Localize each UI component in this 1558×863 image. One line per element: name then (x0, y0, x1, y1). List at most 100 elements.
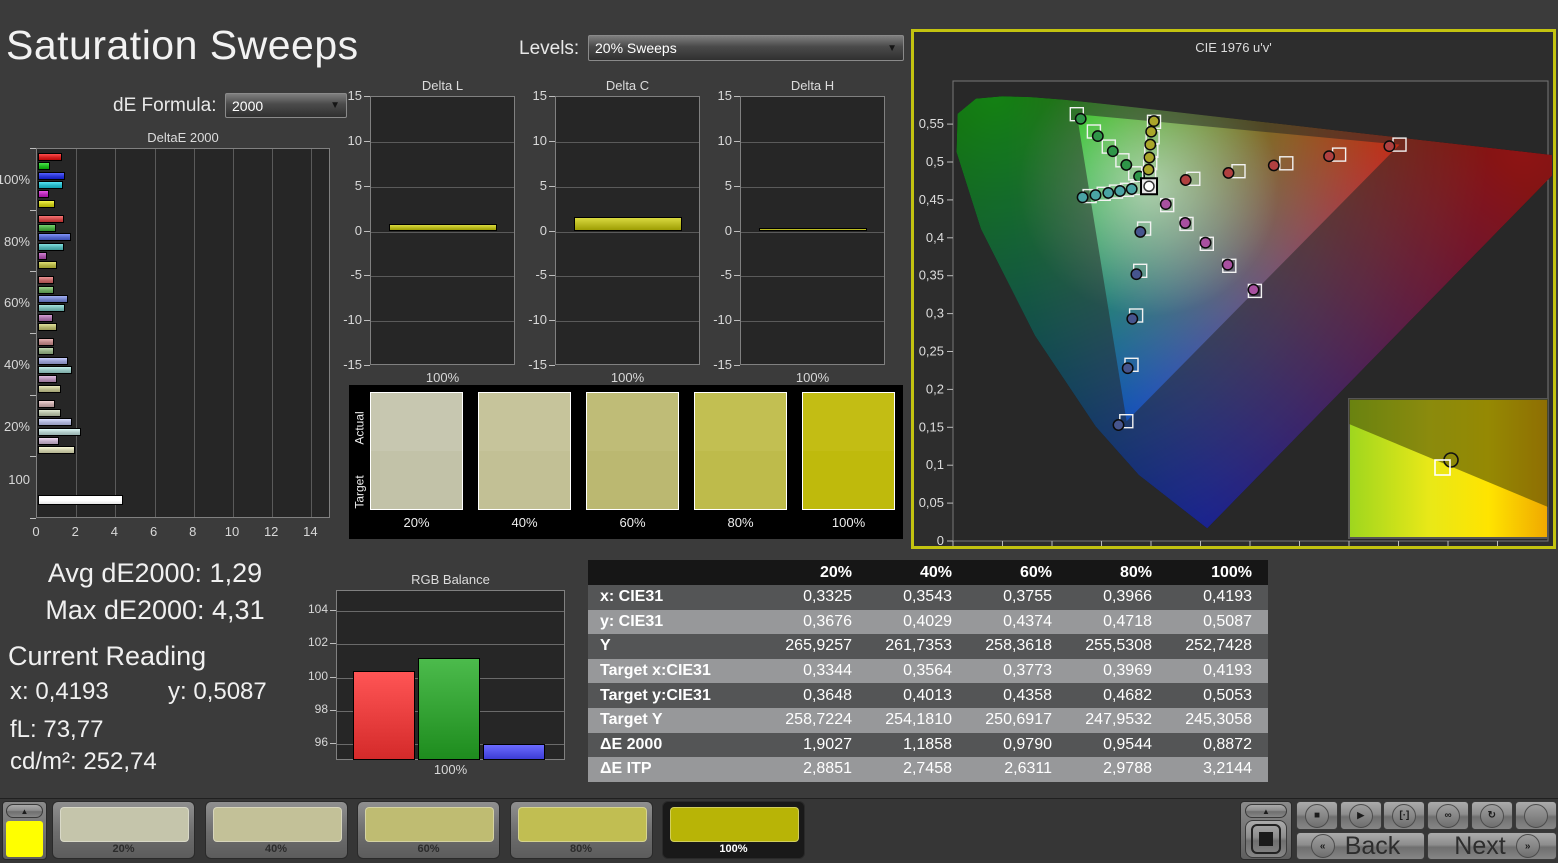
refresh-button[interactable]: ↻ (1470, 801, 1513, 830)
y-tick (549, 96, 555, 97)
deltae-bar-80%-5 (38, 261, 57, 270)
y-tick-label: 0 (354, 222, 362, 238)
table-cell: 1,1858 (903, 735, 952, 753)
delta-c-plot (555, 96, 700, 365)
table-row-label: ΔE 2000 (600, 735, 663, 753)
table-cell: 0,4029 (903, 612, 952, 630)
group-label: 40% (3, 357, 30, 372)
swatch-label: 40% (511, 515, 538, 530)
table-cell: 261,7353 (885, 637, 952, 655)
patch-tile-20%[interactable]: 20% (52, 801, 195, 859)
patch-window-up-button[interactable]: ▲ (1245, 804, 1287, 818)
table-cell: 255,5308 (1085, 637, 1152, 655)
svg-text:0,4: 0,4 (926, 230, 944, 245)
patch-tile-100%[interactable]: 100% (662, 801, 805, 859)
table-col-header: 40% (919, 563, 952, 581)
calman-saturation-sweeps-page: Saturation Sweeps dE Formula: 2000 ▼ Lev… (0, 0, 1558, 863)
extra-button[interactable] (1514, 801, 1557, 830)
deltae-bar-20%-2 (38, 418, 73, 427)
table-cell: 2,6311 (1004, 760, 1052, 778)
gridline (115, 149, 117, 517)
y-tick (30, 148, 36, 149)
svg-text:0,3: 0,3 (926, 306, 944, 321)
measured-dot-red (1179, 174, 1192, 186)
next-arrow-icon: » (1515, 834, 1540, 858)
y-tick-label: -10 (528, 312, 547, 328)
patch-tile-80%[interactable]: 80% (509, 801, 653, 859)
y-tick-label: -15 (713, 357, 732, 372)
step-read-button[interactable]: [·] (1383, 801, 1426, 830)
patch-tile-40%[interactable]: 40% (204, 801, 348, 859)
tile-label: 80% (569, 843, 593, 855)
deltae-bar-60%-4 (38, 313, 54, 322)
table-col-header: 80% (1119, 563, 1152, 581)
gridline (371, 231, 514, 233)
table-row: Target Y 258,7224 254,1810 250,6917 247,9532… (588, 707, 1268, 733)
gridline (741, 186, 884, 188)
table-cell: 245,3058 (1185, 711, 1252, 729)
play-button[interactable]: ▶ (1339, 801, 1382, 830)
table-row: Y 265,9257 261,7353 258,3618 255,5308 252,742… (588, 634, 1268, 659)
table-cell: 0,4374 (1003, 612, 1052, 630)
refresh-icon: ↻ (1479, 803, 1504, 828)
back-button[interactable]: « Back (1296, 832, 1425, 860)
target-swatch (587, 451, 678, 509)
levels-dropdown[interactable]: 20% Sweeps ▼ (588, 35, 904, 61)
table-row: y: CIE31 0,3676 0,4029 0,4374 0,4718 0,5087 (588, 609, 1268, 635)
swatch-100% (802, 392, 895, 510)
y-tick (30, 333, 36, 334)
y-tick-label: 5 (354, 177, 362, 193)
deltae-bar-40%-0 (38, 338, 54, 346)
table-cell: 3,2144 (1203, 760, 1252, 778)
gridline (371, 276, 514, 278)
white-point-dot (1143, 180, 1155, 193)
y-tick-label: 15 (717, 88, 732, 103)
measured-dot-blue (1134, 225, 1147, 238)
table-cell: 252,7428 (1185, 637, 1252, 655)
measured-dot-cyan (1089, 189, 1102, 202)
reading-x: x: 0,4193 (10, 678, 109, 705)
cie-1976-chart-panel[interactable]: CIE 1976 u'v' 000,050,050,10,10,150,150,… (911, 29, 1556, 549)
measured-dot-red (1383, 140, 1396, 153)
table-cell: 0,3543 (903, 588, 952, 606)
deltae-bar-100%-0 (38, 153, 62, 161)
measured-dot-yellow (1143, 151, 1156, 164)
patch-panel-up-button[interactable]: ▲ (6, 804, 43, 818)
continuous-read-button[interactable]: ∞ (1427, 801, 1470, 830)
swatch-80% (694, 392, 787, 510)
table-cell: 254,1810 (885, 711, 952, 729)
back-label: Back (1344, 831, 1401, 860)
y-tick (330, 676, 336, 678)
svg-text:0,2: 0,2 (926, 381, 944, 396)
deltae-2000-chart: 0 2 4 6 8 10 12 14 100% 80% 60% 40% 20% 100 (0, 148, 330, 539)
delta-l-plot (370, 96, 515, 365)
measured-dot-magenta (1221, 258, 1234, 271)
table-cell: 2,9788 (1103, 760, 1152, 778)
tile-label: 40% (264, 843, 288, 855)
deltae-bar-20%-5 (38, 446, 76, 455)
y-tick (364, 320, 370, 322)
target-swatch (371, 451, 462, 509)
y-tick (364, 185, 370, 187)
rgb-plot (336, 590, 565, 760)
swatch-20% (370, 392, 463, 510)
patch-window-button[interactable] (1245, 820, 1287, 858)
next-button[interactable]: Next » (1427, 832, 1557, 860)
y-tick (330, 743, 336, 745)
deltae-bar-40%-5 (38, 384, 62, 393)
gridline (154, 149, 156, 517)
stop-button[interactable]: ■ (1296, 801, 1338, 830)
table-cell: 0,9790 (1003, 735, 1052, 753)
patch-window-panel: ▲ (1240, 801, 1292, 860)
table-cell: 0,3755 (1003, 588, 1052, 606)
de-formula-dropdown[interactable]: 2000 ▼ (225, 93, 347, 118)
x-tick-label: 0 (32, 524, 40, 539)
gridline (371, 321, 514, 323)
reading-fl: fL: 73,77 (10, 716, 104, 743)
svg-text:0,35: 0,35 (919, 268, 944, 283)
table-cell: 258,3618 (985, 637, 1052, 655)
measured-dot-red (1222, 166, 1235, 179)
table-row: Target y:CIE31 0,3648 0,4013 0,4358 0,4682 0,… (588, 683, 1268, 708)
table-cell: 258,7224 (785, 711, 852, 729)
patch-tile-60%[interactable]: 60% (357, 801, 500, 859)
